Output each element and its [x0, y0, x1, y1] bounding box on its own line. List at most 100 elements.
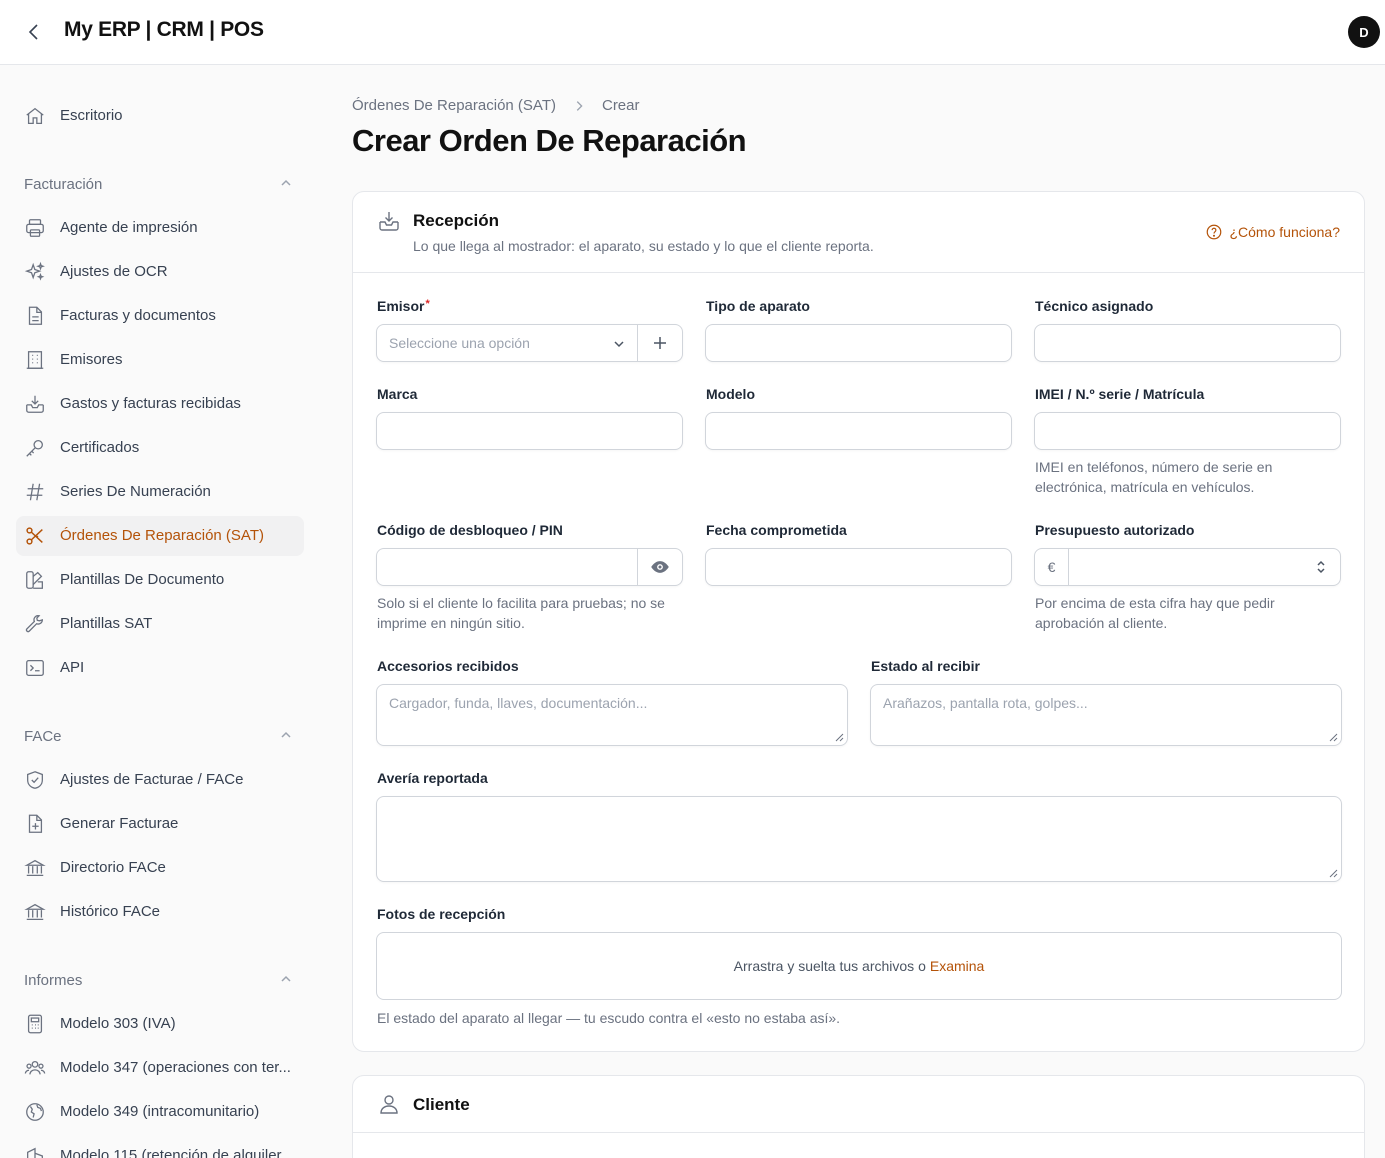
- sidebar-item-label: Modelo 349 (intracomunitario): [60, 1103, 260, 1120]
- sparkles-icon: [24, 261, 45, 281]
- presupuesto-input[interactable]: €: [1034, 548, 1341, 586]
- imei-hint: IMEI en teléfonos, número de serie en el…: [1035, 459, 1273, 495]
- resize-grip-icon[interactable]: [1329, 733, 1338, 742]
- chevron-up-icon[interactable]: [278, 175, 294, 191]
- pin-field[interactable]: [377, 549, 637, 585]
- home-icon: [26, 107, 44, 124]
- emisor-label: Emisor*: [377, 298, 430, 314]
- tipo-aparato-field[interactable]: [706, 325, 1011, 361]
- tecnico-field[interactable]: [1035, 325, 1340, 361]
- sidebar-item-series[interactable]: Series De Numeración: [16, 472, 304, 512]
- fecha-input[interactable]: [705, 548, 1012, 586]
- presupuesto-hint: Por encima de esta cifra hay que pedir a…: [1035, 595, 1275, 631]
- averia-textarea[interactable]: [376, 796, 1342, 882]
- accesorios-textarea[interactable]: [376, 684, 848, 746]
- sidebar-item-label: Certificados: [60, 439, 140, 456]
- tipo-aparato-label: Tipo de aparato: [706, 298, 810, 314]
- accesorios-field[interactable]: [377, 685, 847, 745]
- sidebar-item-modelo-303[interactable]: Modelo 303 (IVA): [16, 1004, 304, 1044]
- sidebar-item-plantillas-documento[interactable]: Plantillas De Documento: [16, 560, 304, 600]
- sidebar-item-plantillas-sat[interactable]: Plantillas SAT: [16, 604, 304, 644]
- emisor-label-text: Emisor: [377, 298, 425, 314]
- sidebar-item-directorio-face[interactable]: Directorio FACe: [16, 848, 304, 888]
- imei-field[interactable]: [1035, 413, 1340, 449]
- sidebar-item-gastos[interactable]: Gastos y facturas recibidas: [16, 384, 304, 424]
- inbox-download-icon: [379, 212, 399, 231]
- estado-label: Estado al recibir: [871, 658, 980, 674]
- wrench-icon: [25, 615, 43, 633]
- group-label-facturacion: Facturación: [24, 176, 103, 193]
- question-circle-icon: [1207, 224, 1222, 240]
- chevron-down-icon: [614, 341, 624, 348]
- client-card-header: Cliente: [353, 1076, 1364, 1133]
- globe-icon: [26, 1103, 44, 1121]
- photos-dropzone[interactable]: Arrastra y suelta tus archivos o Examina: [376, 932, 1342, 1000]
- sidebar-item-modelo-115[interactable]: Modelo 115 (retención de alquiler...: [16, 1136, 304, 1158]
- pin-input[interactable]: [376, 548, 683, 586]
- chevron-up-icon[interactable]: [278, 727, 294, 743]
- client-card: Cliente: [352, 1075, 1365, 1158]
- tecnico-input[interactable]: [1034, 324, 1341, 362]
- imei-label: IMEI / N.º serie / Matrícula: [1035, 386, 1205, 402]
- sidebar-item-facturas[interactable]: Facturas y documentos: [16, 296, 304, 336]
- fotos-hint: El estado del aparato al llegar — tu esc…: [377, 1010, 841, 1026]
- sidebar-item-ajustes-ocr[interactable]: Ajustes de OCR: [16, 252, 304, 292]
- pin-label: Código de desbloqueo / PIN: [377, 522, 563, 538]
- marca-field[interactable]: [377, 413, 682, 449]
- chevron-left-icon[interactable]: [22, 20, 46, 44]
- modelo-label: Modelo: [706, 386, 755, 402]
- reception-title: Recepción: [413, 211, 499, 230]
- add-emisor-button[interactable]: [637, 325, 682, 361]
- sidebar-item-label: Modelo 115 (retención de alquiler...: [60, 1147, 294, 1158]
- modelo-input[interactable]: [705, 412, 1012, 450]
- tipo-aparato-input[interactable]: [705, 324, 1012, 362]
- presupuesto-field[interactable]: [1069, 549, 1299, 585]
- estado-textarea[interactable]: [870, 684, 1342, 746]
- imei-input[interactable]: [1034, 412, 1341, 450]
- reception-card: Recepción Lo que llega al mostrador: el …: [352, 191, 1365, 1052]
- sidebar-item-modelo-347[interactable]: Modelo 347 (operaciones con ter...: [16, 1048, 304, 1088]
- group-label-face: FACe: [24, 728, 62, 745]
- sidebar-item-modelo-349[interactable]: Modelo 349 (intracomunitario): [16, 1092, 304, 1132]
- estado-field[interactable]: [871, 685, 1341, 745]
- sidebar-item-label: API: [60, 659, 85, 676]
- sidebar-item-certificados[interactable]: Certificados: [16, 428, 304, 468]
- marca-input[interactable]: [376, 412, 683, 450]
- sidebar-item-ajustes-facturae[interactable]: Ajustes de Facturae / FACe: [16, 760, 304, 800]
- page-title: Crear Orden De Reparación: [352, 123, 747, 158]
- bank-icon: [24, 859, 46, 876]
- browse-link[interactable]: Examina: [930, 958, 984, 974]
- averia-field[interactable]: [377, 797, 1341, 881]
- modelo-field[interactable]: [706, 413, 1011, 449]
- emisor-select-placeholder: Seleccione una opción: [389, 335, 530, 351]
- eye-icon: [651, 561, 669, 573]
- avatar[interactable]: D: [1348, 16, 1380, 48]
- chevron-up-down-icon[interactable]: [1313, 559, 1329, 575]
- resize-grip-icon[interactable]: [1329, 869, 1338, 878]
- breadcrumb-parent-link[interactable]: Órdenes De Reparación (SAT): [352, 97, 556, 114]
- dropzone-text: Arrastra y suelta tus archivos o: [733, 958, 926, 974]
- sidebar-item-emisores[interactable]: Emisores: [16, 340, 304, 380]
- chevron-up-icon[interactable]: [278, 971, 294, 987]
- sidebar-item-historico-face[interactable]: Histórico FACe: [16, 892, 304, 932]
- sidebar-item-agente-impresion[interactable]: Agente de impresión: [16, 208, 304, 248]
- sidebar-item-ordenes-reparacion[interactable]: Órdenes De Reparación (SAT): [16, 516, 304, 556]
- emisor-select[interactable]: Seleccione una opción: [376, 324, 683, 362]
- breadcrumb-current: Crear: [601, 97, 640, 114]
- sidebar-item-generar-facturae[interactable]: Generar Facturae: [16, 804, 304, 844]
- building-icon: [26, 351, 44, 369]
- sidebar-item-api[interactable]: API: [16, 648, 304, 688]
- toggle-visibility-button[interactable]: [637, 549, 682, 585]
- marca-label: Marca: [377, 386, 418, 402]
- sidebar-item-label: Emisores: [60, 351, 123, 368]
- sidebar-item-label: Escritorio: [60, 107, 123, 124]
- scissors-wrench-icon: [26, 527, 43, 545]
- fecha-field[interactable]: [706, 549, 1011, 585]
- sidebar-item-escritorio[interactable]: Escritorio: [16, 96, 304, 136]
- resize-grip-icon[interactable]: [835, 733, 844, 742]
- swatch-icon: [26, 571, 43, 589]
- help-link[interactable]: ¿Cómo funciona?: [1205, 223, 1340, 241]
- plus-icon: [654, 337, 666, 349]
- inbox-download-icon: [26, 395, 44, 413]
- breadcrumb: Órdenes De Reparación (SAT) Crear: [352, 97, 640, 114]
